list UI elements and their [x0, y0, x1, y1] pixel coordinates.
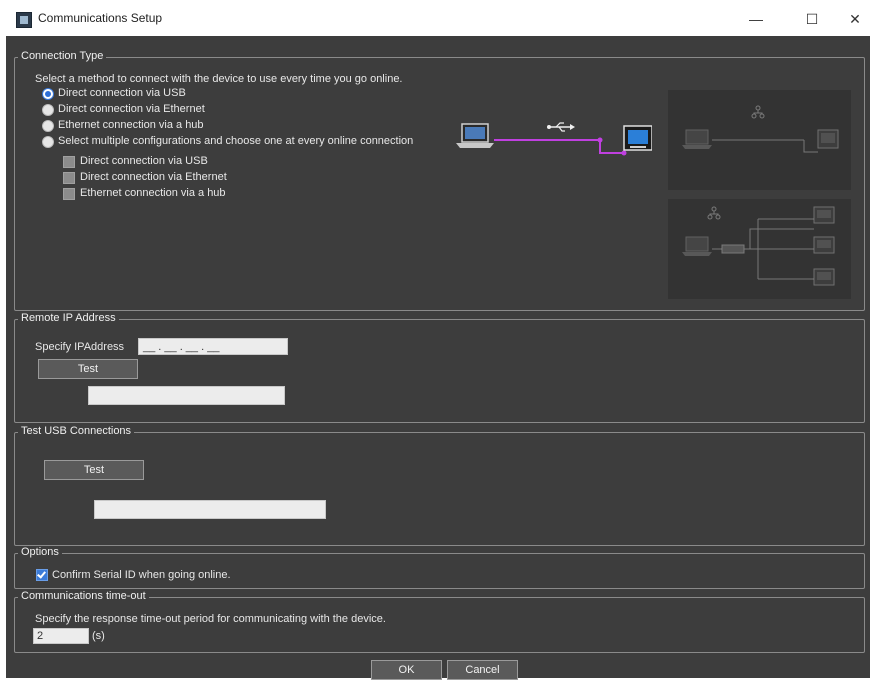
radio-multiple-configs[interactable] [42, 136, 54, 148]
ok-button[interactable]: OK [371, 660, 442, 680]
laptop-icon [682, 236, 712, 256]
laptop-icon [456, 123, 494, 148]
switch-icon [721, 244, 745, 254]
timeout-input[interactable]: 2 [33, 628, 89, 644]
network-hub-icon [707, 206, 721, 220]
connection-type-legend: Connection Type [18, 50, 107, 62]
app-icon [16, 12, 32, 28]
radio-ethernet-direct-label[interactable]: Direct connection via Ethernet [58, 103, 205, 115]
timeout-group: Communications time-out [14, 590, 865, 653]
timeout-instruction: Specify the response time-out period for… [35, 613, 386, 625]
specify-ip-label: Specify IPAddress [35, 341, 125, 353]
communications-setup-window: Communications Setup — ☐ ✕ Connection Ty… [6, 0, 870, 680]
ethernet-direct-diagram [668, 90, 851, 190]
maximize-button[interactable]: ☐ [792, 6, 832, 32]
confirm-serial-checkbox[interactable] [36, 569, 48, 581]
checkbox-sub-usb-label[interactable]: Direct connection via USB [80, 155, 208, 167]
radio-ethernet-hub-label[interactable]: Ethernet connection via a hub [58, 119, 204, 131]
network-hub-icon [751, 105, 765, 119]
test-usb-group: Test USB Connections [14, 425, 865, 546]
minimize-button[interactable]: — [736, 6, 776, 32]
usb-cable [494, 139, 624, 154]
hmi-device-icon [813, 236, 835, 254]
ip-address-input[interactable]: __ . __ . __ . __ [138, 338, 288, 355]
ip-test-result-field [88, 386, 285, 405]
options-legend: Options [18, 546, 62, 558]
laptop-icon [682, 129, 712, 149]
checkbox-sub-ethernet[interactable] [63, 172, 75, 184]
remote-ip-legend: Remote IP Address [18, 312, 119, 324]
timeout-legend: Communications time-out [18, 590, 149, 602]
usb-test-button[interactable]: Test [44, 460, 144, 480]
checkbox-sub-usb[interactable] [63, 156, 75, 168]
hmi-device-icon [817, 129, 839, 149]
ethernet-hub-diagram [668, 199, 851, 299]
radio-usb-direct-label[interactable]: Direct connection via USB [58, 87, 186, 99]
title-bar: Communications Setup — ☐ ✕ [6, 0, 870, 36]
checkbox-sub-hub[interactable] [63, 188, 75, 200]
checkbox-sub-hub-label[interactable]: Ethernet connection via a hub [80, 187, 226, 199]
hmi-device-icon [623, 125, 652, 151]
close-button[interactable]: ✕ [840, 6, 870, 32]
radio-multiple-configs-label[interactable]: Select multiple configurations and choos… [58, 135, 413, 147]
confirm-serial-label[interactable]: Confirm Serial ID when going online. [52, 569, 231, 581]
ip-test-button[interactable]: Test [38, 359, 138, 379]
timeout-unit: (s) [92, 630, 105, 642]
cancel-button[interactable]: Cancel [447, 660, 518, 680]
remote-ip-group: Remote IP Address [14, 312, 865, 423]
radio-usb-direct[interactable] [42, 88, 54, 100]
connection-instruction: Select a method to connect with the devi… [35, 73, 403, 85]
checkbox-sub-ethernet-label[interactable]: Direct connection via Ethernet [80, 171, 227, 183]
test-usb-legend: Test USB Connections [18, 425, 135, 437]
radio-ethernet-hub[interactable] [42, 120, 54, 132]
hmi-device-icon [813, 206, 835, 224]
hmi-device-icon [813, 268, 835, 286]
usb-test-result-field [94, 500, 326, 519]
usb-icon [547, 122, 575, 132]
window-title: Communications Setup [38, 11, 163, 25]
radio-ethernet-direct[interactable] [42, 104, 54, 116]
usb-connection-diagram [456, 122, 652, 156]
